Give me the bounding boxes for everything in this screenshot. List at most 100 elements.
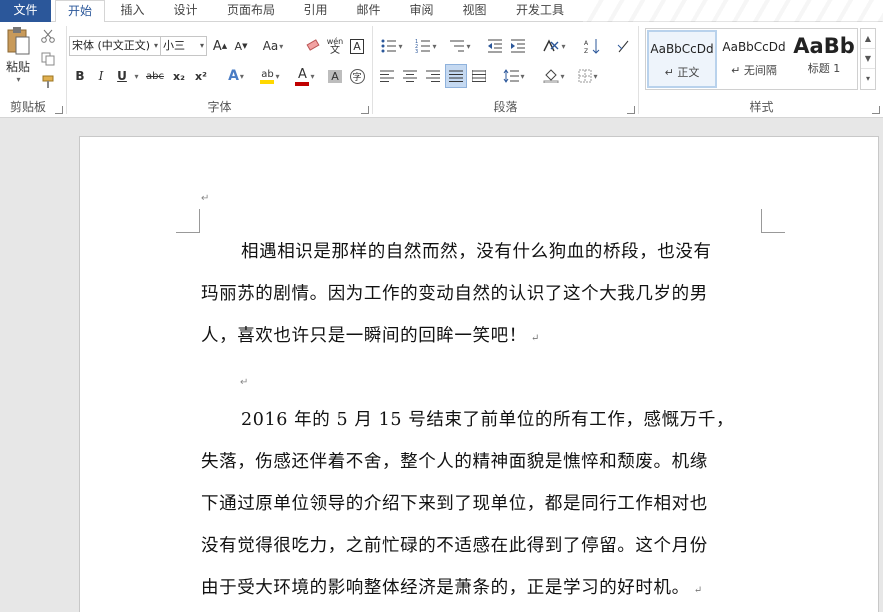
document-workspace: ↵ 相遇相识是那样的自然而然，没有什么狗血的桥段，也没有 玛丽苏的剧情。因为工作…	[0, 118, 883, 612]
styles-launcher-icon[interactable]	[872, 106, 880, 114]
justify-button[interactable]	[445, 64, 467, 88]
change-case-button[interactable]: Aa▾	[258, 36, 288, 56]
clipboard-group: 粘贴 ▾ 剪贴板	[0, 22, 66, 118]
char-shading-icon: A	[328, 70, 342, 83]
paragraph-group: ▾ 123▾ ▾ ▾ AZ ▾ ▾ ▾ 段落	[373, 22, 638, 118]
align-left-icon	[380, 70, 394, 82]
font-name-combo[interactable]: 宋体 (中文正文) ▾	[69, 36, 161, 56]
paint-bucket-icon	[543, 69, 559, 83]
cut-button[interactable]	[38, 26, 58, 46]
increase-indent-button[interactable]	[508, 36, 528, 56]
highlight-button[interactable]: ab▾	[255, 66, 285, 86]
bold-button[interactable]: B	[71, 66, 89, 86]
sort-button[interactable]: AZ	[582, 36, 602, 56]
tab-mailings[interactable]: 邮件	[346, 0, 391, 22]
text-line: 下通过原单位领导的介绍下来到了现单位，都是同行工作相对也	[201, 483, 761, 525]
empty-paragraph-mark: ↵	[201, 193, 209, 204]
shrink-font-button[interactable]: A▼	[231, 36, 251, 56]
copy-icon	[41, 52, 55, 66]
chevron-down-icon: ▾	[593, 72, 597, 81]
paste-button[interactable]: 粘贴 ▾	[2, 26, 34, 84]
align-center-button[interactable]	[400, 66, 420, 86]
margin-corner-top-right	[761, 209, 785, 233]
line-spacing-button[interactable]: ▾	[499, 66, 529, 86]
align-right-button[interactable]	[423, 66, 443, 86]
clipboard-group-label: 剪贴板	[0, 98, 56, 115]
group-divider	[638, 26, 639, 114]
format-painter-button[interactable]	[38, 72, 58, 92]
char-border-icon: A	[350, 39, 364, 54]
chevron-down-icon: ▾	[561, 42, 565, 51]
tab-insert[interactable]: 插入	[110, 0, 155, 22]
shading-button[interactable]: ▾	[539, 66, 569, 86]
chevron-down-icon: ▾	[466, 42, 470, 51]
paragraph-mark: ↵	[694, 585, 703, 596]
copy-button[interactable]	[38, 49, 58, 69]
ribbon-home: 粘贴 ▾ 剪贴板 宋体 (中文正文)▾ 小三▾ A▲ A▼ Aa▾ wén文 A…	[0, 22, 883, 118]
document-page[interactable]: ↵ 相遇相识是那样的自然而然，没有什么狗血的桥段，也没有 玛丽苏的剧情。因为工作…	[79, 136, 879, 612]
paragraph-1[interactable]: 相遇相识是那样的自然而然，没有什么狗血的桥段，也没有 玛丽苏的剧情。因为工作的变…	[201, 231, 761, 360]
text-line: 相遇相识是那样的自然而然，没有什么狗血的桥段，也没有	[201, 231, 761, 273]
font-name-value: 宋体 (中文正文)	[72, 39, 150, 52]
eraser-icon	[305, 39, 321, 53]
superscript-button[interactable]: x²	[191, 66, 211, 86]
borders-icon	[578, 69, 592, 83]
chevron-down-icon: ▾	[154, 37, 158, 55]
char-border-button[interactable]: A	[347, 36, 367, 56]
enclose-char-button[interactable]: 字	[347, 66, 367, 86]
chevron-down-icon: ▾	[432, 42, 436, 51]
chevron-down-icon: ▾	[279, 42, 283, 51]
text-line: 玛丽苏的剧情。因为工作的变动自然的认识了这个大我几岁的男	[201, 273, 761, 315]
chevron-down-icon: ▾	[275, 72, 279, 81]
bullet-list-icon	[381, 39, 397, 53]
decrease-indent-button[interactable]	[485, 36, 505, 56]
justify-icon	[449, 70, 463, 82]
bullets-button[interactable]: ▾	[377, 36, 407, 56]
font-color-button[interactable]: A▾	[290, 66, 320, 86]
clipboard-launcher-icon[interactable]	[55, 106, 63, 114]
tab-review[interactable]: 审阅	[399, 0, 444, 22]
align-left-button[interactable]	[377, 66, 397, 86]
change-case-icon: Aa	[263, 39, 279, 53]
numbering-button[interactable]: 123▾	[411, 36, 441, 56]
multilevel-list-icon	[449, 39, 465, 53]
tab-design[interactable]: 设计	[163, 0, 208, 22]
underline-dropdown[interactable]: ▾	[131, 66, 141, 86]
multilevel-list-button[interactable]: ▾	[445, 36, 475, 56]
char-shading-button[interactable]: A	[325, 66, 345, 86]
text-effects-button[interactable]: A▾	[222, 66, 250, 86]
styles-group-label: 样式	[640, 98, 883, 115]
paragraph-mark: ↵	[531, 333, 540, 344]
font-launcher-icon[interactable]	[361, 106, 369, 114]
tab-page-layout[interactable]: 页面布局	[218, 0, 284, 22]
svg-text:Z: Z	[584, 48, 588, 54]
strikethrough-button[interactable]: abc	[143, 66, 167, 86]
text-line: 2016 年的 5 月 15 号结束了前单位的所有工作，感慨万千，	[201, 399, 761, 441]
svg-text:3: 3	[415, 49, 418, 53]
decrease-indent-icon	[487, 39, 503, 53]
show-marks-button[interactable]	[613, 36, 633, 56]
tab-references[interactable]: 引用	[293, 0, 338, 22]
highlighter-icon: ab	[260, 69, 274, 84]
tab-home[interactable]: 开始	[55, 0, 105, 23]
subscript-button[interactable]: x₂	[169, 66, 189, 86]
paragraph-2[interactable]: 2016 年的 5 月 15 号结束了前单位的所有工作，感慨万千， 失落，伤感还…	[201, 399, 761, 612]
ribbon-tab-bar: 文件 开始 插入 设计 页面布局 引用 邮件 审阅 视图 开发工具	[0, 0, 883, 22]
chevron-down-icon: ▾	[310, 72, 314, 81]
italic-button[interactable]: I	[92, 66, 110, 86]
phonetic-guide-button[interactable]: wén文	[325, 36, 345, 56]
chinese-layout-button[interactable]: ▾	[539, 36, 569, 56]
font-size-combo[interactable]: 小三▾	[160, 36, 207, 56]
sort-icon: AZ	[584, 38, 600, 54]
tab-developer[interactable]: 开发工具	[507, 0, 573, 22]
paragraph-launcher-icon[interactable]	[627, 106, 635, 114]
tab-view[interactable]: 视图	[452, 0, 497, 22]
underline-button[interactable]: U	[113, 66, 131, 86]
grow-font-button[interactable]: A▲	[210, 36, 230, 56]
paste-dropdown-icon: ▾	[16, 75, 20, 84]
distributed-button[interactable]	[469, 66, 489, 86]
borders-button[interactable]: ▾	[573, 66, 603, 86]
clear-format-button[interactable]	[303, 36, 323, 56]
text-effects-icon: A	[228, 68, 239, 84]
tab-file[interactable]: 文件	[0, 0, 51, 22]
